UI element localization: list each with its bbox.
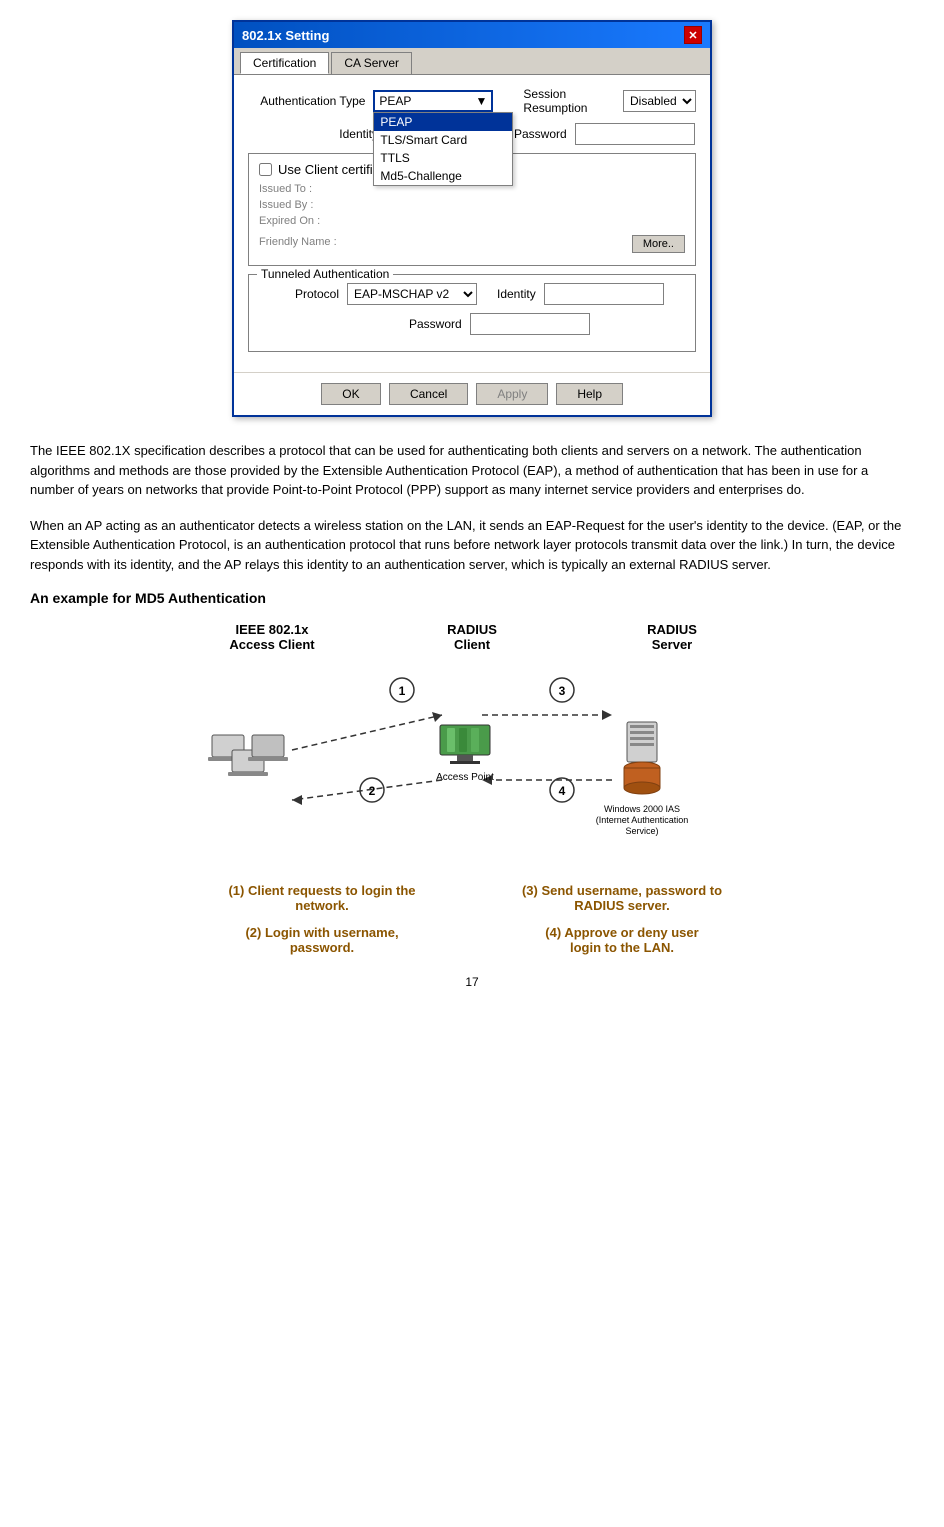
- apply-button[interactable]: Apply: [476, 383, 548, 405]
- svg-text:3: 3: [559, 684, 566, 698]
- diagram-svg: 1 2 3 4: [172, 660, 772, 880]
- dialog-title: 802.1x Setting: [242, 28, 329, 43]
- ok-button[interactable]: OK: [321, 383, 381, 405]
- tunneled-password-row: Password: [259, 313, 685, 335]
- dialog-tabs: Certification CA Server: [234, 48, 710, 75]
- svg-text:Service): Service): [625, 826, 658, 836]
- col1-label: IEEE 802.1xAccess Client: [192, 622, 352, 652]
- paragraph-2: When an AP acting as an authenticator de…: [30, 516, 914, 575]
- issued-by-row: Issued By :: [259, 199, 685, 211]
- auth-type-dropdown[interactable]: PEAP ▼ PEAP TLS/Smart Card TTLS Md5-Chal…: [373, 90, 493, 112]
- dropdown-arrow-icon: ▼: [476, 94, 488, 108]
- dialog-titlebar: 802.1x Setting ✕: [234, 22, 710, 48]
- password-label: Password: [514, 127, 567, 141]
- tunneled-identity-label: Identity: [497, 287, 536, 301]
- password-input[interactable]: [575, 123, 695, 145]
- step2-desc: (2) Login with username,password.: [202, 925, 442, 955]
- more-button[interactable]: More..: [632, 235, 685, 253]
- dropdown-option-tls[interactable]: TLS/Smart Card: [374, 131, 512, 149]
- desc-row-2: (2) Login with username,password. (4) Ap…: [172, 925, 772, 955]
- diagram-heading: An example for MD5 Authentication: [30, 590, 914, 606]
- expired-on-label: Expired On :: [259, 215, 369, 227]
- friendly-name-label: Friendly Name :: [259, 236, 369, 248]
- tunneled-section: Tunneled Authentication Protocol EAP-MSC…: [248, 274, 696, 352]
- step4-desc: (4) Approve or deny userlogin to the LAN…: [502, 925, 742, 955]
- protocol-select[interactable]: EAP-MSCHAP v2: [347, 283, 477, 305]
- diagram-container: IEEE 802.1xAccess Client RADIUSClient RA…: [172, 622, 772, 955]
- issued-by-label: Issued By :: [259, 199, 369, 211]
- expired-on-row: Expired On :: [259, 215, 685, 227]
- cancel-button[interactable]: Cancel: [389, 383, 468, 405]
- help-button[interactable]: Help: [556, 383, 623, 405]
- page-number: 17: [30, 975, 914, 989]
- dialog-802x: 802.1x Setting ✕ Certification CA Server…: [232, 20, 712, 417]
- paragraph-1: The IEEE 802.1X specification describes …: [30, 441, 914, 500]
- col2-label: RADIUSClient: [392, 622, 552, 652]
- auth-type-row: Authentication Type PEAP ▼ PEAP TLS/Smar…: [248, 87, 696, 115]
- svg-text:Access Point: Access Point: [436, 772, 494, 783]
- desc-row-1: (1) Client requests to login thenetwork.…: [172, 883, 772, 913]
- dropdown-option-ttls[interactable]: TTLS: [374, 149, 512, 167]
- tunneled-password-input[interactable]: [470, 313, 590, 335]
- close-button[interactable]: ✕: [684, 26, 702, 44]
- protocol-label: Protocol: [259, 287, 339, 301]
- auth-type-label: Authentication Type: [248, 94, 365, 108]
- step1-desc: (1) Client requests to login thenetwork.: [202, 883, 442, 913]
- protocol-row: Protocol EAP-MSCHAP v2 Identity: [259, 283, 685, 305]
- svg-text:(Internet Authentication: (Internet Authentication: [596, 815, 689, 825]
- dropdown-option-peap[interactable]: PEAP: [374, 113, 512, 131]
- dialog-buttons: OK Cancel Apply Help: [234, 372, 710, 415]
- tunneled-identity-input[interactable]: [544, 283, 664, 305]
- session-label: Session Resumption: [523, 87, 615, 115]
- svg-text:2: 2: [369, 784, 376, 798]
- session-resumption-row: Session Resumption Disabled: [523, 87, 696, 115]
- col3-label: RADIUSServer: [592, 622, 752, 652]
- diagram-labels: IEEE 802.1xAccess Client RADIUSClient RA…: [172, 622, 772, 652]
- use-cert-checkbox[interactable]: [259, 163, 272, 176]
- dropdown-menu: PEAP TLS/Smart Card TTLS Md5-Challenge: [373, 112, 513, 186]
- dialog-container: 802.1x Setting ✕ Certification CA Server…: [30, 20, 914, 417]
- svg-text:Windows 2000 IAS: Windows 2000 IAS: [604, 804, 680, 814]
- svg-text:4: 4: [559, 784, 566, 798]
- tunneled-title: Tunneled Authentication: [257, 267, 393, 281]
- svg-text:1: 1: [399, 684, 406, 698]
- tab-certification[interactable]: Certification: [240, 52, 329, 74]
- tunneled-pw-label: Password: [409, 317, 462, 331]
- dropdown-option-md5[interactable]: Md5-Challenge: [374, 167, 512, 185]
- step3-desc: (3) Send username, password toRADIUS ser…: [502, 883, 742, 913]
- session-select[interactable]: Disabled: [623, 90, 696, 112]
- identity-label: Identity: [248, 127, 378, 141]
- dialog-body: Authentication Type PEAP ▼ PEAP TLS/Smar…: [234, 75, 710, 372]
- friendly-name-row: Friendly Name : More..: [259, 231, 685, 253]
- issued-to-label: Issued To :: [259, 183, 369, 195]
- dropdown-trigger[interactable]: PEAP ▼: [373, 90, 493, 112]
- tab-ca-server[interactable]: CA Server: [331, 52, 412, 74]
